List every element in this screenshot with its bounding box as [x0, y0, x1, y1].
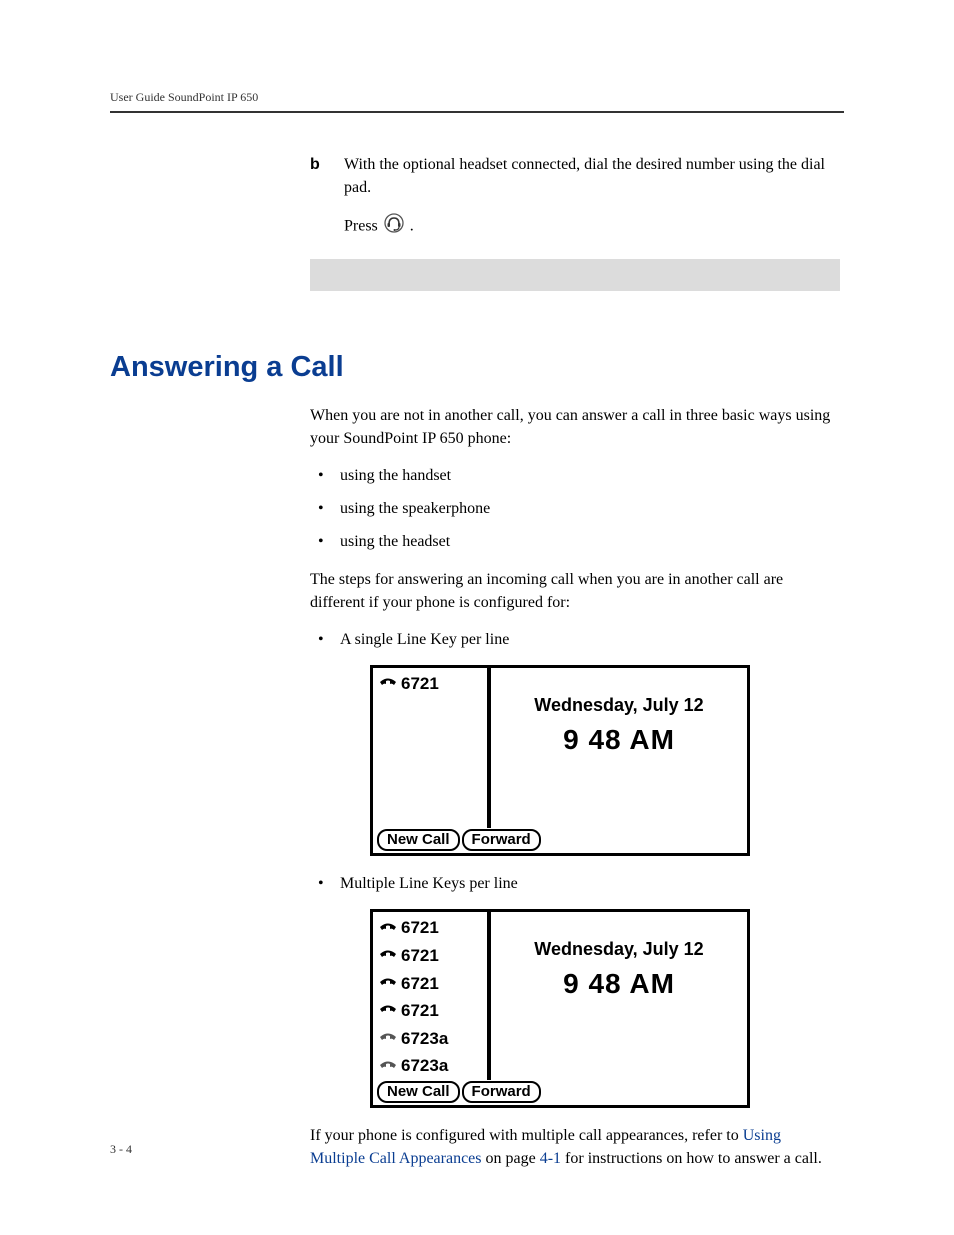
- phone-icon: [379, 977, 397, 991]
- line-key-label: 6723a: [401, 1027, 448, 1052]
- list-item: Multiple Line Keys per line: [314, 872, 840, 895]
- list-item: using the speakerphone: [314, 497, 840, 520]
- page-number: 3 - 4: [110, 1142, 132, 1157]
- line-key: 6721: [379, 944, 487, 969]
- screen-date: Wednesday, July 12: [491, 692, 747, 718]
- closing-paragraph: If your phone is configured with multipl…: [310, 1124, 840, 1170]
- line-key: 6723a: [379, 1054, 487, 1079]
- substep-letter: b: [310, 153, 324, 199]
- config-list-2: Multiple Line Keys per line: [314, 872, 840, 895]
- line-key-label: 6721: [401, 972, 439, 997]
- line-key: 6721: [379, 972, 487, 997]
- substep-b: b With the optional headset connected, d…: [310, 153, 840, 199]
- line-key-label: 6721: [401, 944, 439, 969]
- line-key-label: 6721: [401, 672, 439, 697]
- phone-icon: [379, 1004, 397, 1018]
- screen-time: 9 48 AM: [491, 964, 747, 1005]
- config-list-1: A single Line Key per line: [314, 628, 840, 651]
- phone-screen-single: 6721 Wednesday, July 12 9 48 AM New Call…: [370, 665, 840, 856]
- phone-screen-multi: 6721 6721 6721 6721: [370, 909, 840, 1108]
- press-instruction: Press .: [344, 213, 840, 240]
- section-heading: Answering a Call: [110, 351, 844, 384]
- line-key: 6721: [379, 672, 487, 697]
- intro-paragraph: When you are not in another call, you ca…: [310, 404, 840, 450]
- closing-prefix: If your phone is configured with multipl…: [310, 1127, 743, 1144]
- list-item: using the handset: [314, 464, 840, 487]
- line-key: 6721: [379, 916, 487, 941]
- line-key: 6721: [379, 999, 487, 1024]
- line-key: 6723a: [379, 1027, 487, 1052]
- phone-icon: [379, 1032, 397, 1046]
- phone-icon: [379, 922, 397, 936]
- phone-icon: [379, 677, 397, 691]
- softkey-forward: Forward: [462, 1081, 541, 1103]
- closing-mid: on page: [482, 1150, 540, 1167]
- list-item: A single Line Key per line: [314, 628, 840, 651]
- substep-text: With the optional headset connected, dia…: [344, 153, 840, 199]
- closing-suffix: for instructions on how to answer a call…: [561, 1150, 822, 1167]
- list-item: using the headset: [314, 530, 840, 553]
- phone-icon: [379, 949, 397, 963]
- press-prefix: Press: [344, 218, 382, 235]
- softkey-forward: Forward: [462, 829, 541, 851]
- line-key-label: 6721: [401, 916, 439, 941]
- header-rule: [110, 111, 844, 113]
- line-key-label: 6723a: [401, 1054, 448, 1079]
- gray-bar: [310, 259, 840, 291]
- line-key-label: 6721: [401, 999, 439, 1024]
- screen-date: Wednesday, July 12: [491, 936, 747, 962]
- link-page-ref[interactable]: 4-1: [540, 1150, 561, 1167]
- phone-icon: [379, 1060, 397, 1074]
- screen-time: 9 48 AM: [491, 720, 747, 761]
- press-suffix: .: [410, 218, 414, 235]
- running-header: User Guide SoundPoint IP 650: [110, 90, 844, 105]
- config-paragraph: The steps for answering an incoming call…: [310, 568, 840, 614]
- headset-icon: [384, 213, 404, 240]
- ways-list: using the handset using the speakerphone…: [314, 464, 840, 554]
- softkey-newcall: New Call: [377, 1081, 460, 1103]
- softkey-newcall: New Call: [377, 829, 460, 851]
